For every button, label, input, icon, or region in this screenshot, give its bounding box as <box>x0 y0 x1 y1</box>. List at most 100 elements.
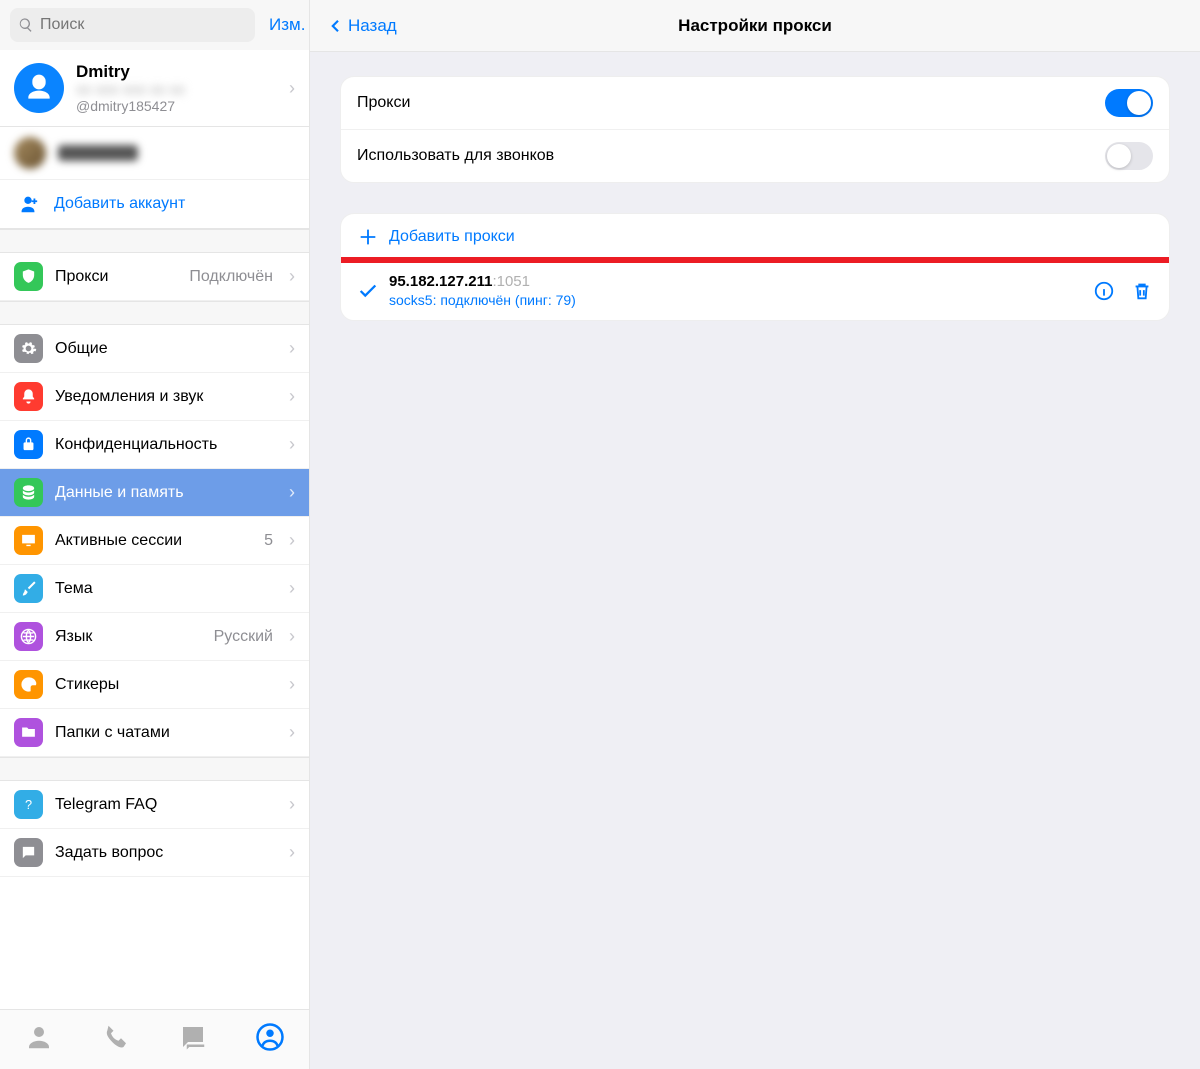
proxy-entry-wrap: 95.182.127.211:1051 socks5: подключён (п… <box>341 261 1169 320</box>
shield-icon <box>14 262 43 291</box>
sidebar-header: Изм. <box>0 0 309 50</box>
tab-bar <box>0 1009 309 1069</box>
proxy-toggle-row: Прокси <box>341 77 1169 130</box>
profile-row[interactable]: Dmitry 00 000 000 00 00 @dmitry185427 › <box>0 50 309 127</box>
search-field-wrap[interactable] <box>10 8 255 42</box>
add-account-label: Добавить аккаунт <box>54 195 185 213</box>
chevron-right-icon: › <box>289 338 295 359</box>
sidebar-item-label: Данные и память <box>55 484 277 502</box>
question-icon: ? <box>14 790 43 819</box>
proxy-text: 95.182.127.211:1051 socks5: подключён (п… <box>389 273 1083 308</box>
edit-button[interactable]: Изм. <box>263 15 311 35</box>
add-proxy-button[interactable]: Добавить прокси <box>341 214 1169 261</box>
add-account-button[interactable]: Добавить аккаунт <box>0 179 309 229</box>
proxy-toggle[interactable] <box>1105 89 1153 117</box>
calls-toggle-row: Использовать для звонков <box>341 130 1169 182</box>
database-icon <box>14 478 43 507</box>
chat-icon <box>14 838 43 867</box>
sidebar-item-meta: Русский <box>214 628 273 646</box>
sidebar-item-folders[interactable]: Папки с чатами › <box>0 709 309 757</box>
sidebar: Изм. Dmitry 00 000 000 00 00 @dmitry1854… <box>0 0 310 1069</box>
lock-icon <box>14 430 43 459</box>
tab-calls[interactable] <box>101 1022 131 1057</box>
sidebar-item-label: Папки с чатами <box>55 724 277 742</box>
sidebar-item-general[interactable]: Общие › <box>0 325 309 373</box>
sidebar-item-sessions[interactable]: Активные сессии 5 › <box>0 517 309 565</box>
search-input[interactable] <box>40 16 247 34</box>
calls-toggle[interactable] <box>1105 142 1153 170</box>
avatar-blurred <box>14 137 46 169</box>
chevron-right-icon: › <box>289 794 295 815</box>
profile-name: Dmitry <box>76 62 277 82</box>
chevron-right-icon: › <box>289 578 295 599</box>
toggle-card: Прокси Использовать для звонков <box>340 76 1170 183</box>
chevron-right-icon: › <box>289 674 295 695</box>
sidebar-item-data[interactable]: Данные и память › <box>0 469 309 517</box>
sidebar-item-faq[interactable]: ? Telegram FAQ › <box>0 781 309 829</box>
toggle-label: Прокси <box>357 94 1105 112</box>
sidebar-item-label: Telegram FAQ <box>55 796 277 814</box>
proxy-port: :1051 <box>492 273 530 290</box>
chevron-right-icon: › <box>289 78 295 99</box>
chevron-right-icon: › <box>289 434 295 455</box>
svg-text:?: ? <box>25 797 32 812</box>
sidebar-item-label: Тема <box>55 580 277 598</box>
sidebar-item-label: Задать вопрос <box>55 844 277 862</box>
content: Прокси Использовать для звонков Добавить… <box>310 52 1200 375</box>
sidebar-item-label: Стикеры <box>55 676 277 694</box>
sidebar-item-label: Прокси <box>55 268 177 286</box>
sidebar-item-notifications[interactable]: Уведомления и звук › <box>0 373 309 421</box>
avatar <box>14 63 64 113</box>
sidebar-item-ask[interactable]: Задать вопрос › <box>0 829 309 877</box>
proxy-ip: 95.182.127.211 <box>389 273 492 290</box>
sidebar-item-label: Язык <box>55 628 202 646</box>
folder-icon <box>14 718 43 747</box>
back-label: Назад <box>348 16 397 36</box>
tab-contacts[interactable] <box>24 1022 54 1057</box>
plus-icon <box>357 226 379 248</box>
tab-settings[interactable] <box>255 1022 285 1057</box>
secondary-account-blurred[interactable] <box>0 127 309 179</box>
sidebar-item-proxy[interactable]: Прокси Подключён › <box>0 253 309 301</box>
sticker-icon <box>14 670 43 699</box>
chevron-right-icon: › <box>289 482 295 503</box>
check-icon <box>357 280 379 302</box>
brush-icon <box>14 574 43 603</box>
chevron-right-icon: › <box>289 842 295 863</box>
globe-icon <box>14 622 43 651</box>
bell-icon <box>14 382 43 411</box>
gear-icon <box>14 334 43 363</box>
sidebar-item-label: Конфиденциальность <box>55 436 277 454</box>
monitor-icon <box>14 526 43 555</box>
profile-phone-blurred: 00 000 000 00 00 <box>76 82 277 98</box>
add-proxy-label: Добавить прокси <box>389 228 515 246</box>
profile-username: @dmitry185427 <box>76 98 277 114</box>
main-pane: Назад Настройки прокси Прокси Использова… <box>310 0 1200 1069</box>
search-icon <box>18 17 34 33</box>
callout-badge: 8 <box>340 257 341 290</box>
account-name-blurred <box>58 145 138 161</box>
proxy-status: socks5: подключён (пинг: 79) <box>389 292 1083 308</box>
page-title: Настройки прокси <box>310 16 1200 36</box>
chevron-right-icon: › <box>289 530 295 551</box>
sidebar-item-theme[interactable]: Тема › <box>0 565 309 613</box>
proxy-entry[interactable]: 95.182.127.211:1051 socks5: подключён (п… <box>341 261 1169 320</box>
toggle-label: Использовать для звонков <box>357 147 1105 165</box>
sidebar-item-language[interactable]: Язык Русский › <box>0 613 309 661</box>
chevron-left-icon <box>326 17 344 35</box>
add-user-icon <box>14 190 42 218</box>
back-button[interactable]: Назад <box>326 16 397 36</box>
main-header: Назад Настройки прокси <box>310 0 1200 52</box>
tab-chats[interactable] <box>178 1022 208 1057</box>
sidebar-item-stickers[interactable]: Стикеры › <box>0 661 309 709</box>
chevron-right-icon: › <box>289 266 295 287</box>
sidebar-item-meta: 5 <box>264 532 273 550</box>
sidebar-item-label: Уведомления и звук <box>55 388 277 406</box>
proxy-list-card: Добавить прокси 95.182.127.211:1051 sock… <box>340 213 1170 321</box>
trash-icon[interactable] <box>1131 280 1153 302</box>
sidebar-item-label: Активные сессии <box>55 532 252 550</box>
sidebar-item-meta: Подключён <box>189 268 273 286</box>
info-icon[interactable] <box>1093 280 1115 302</box>
proxy-actions <box>1093 280 1153 302</box>
sidebar-item-privacy[interactable]: Конфиденциальность › <box>0 421 309 469</box>
